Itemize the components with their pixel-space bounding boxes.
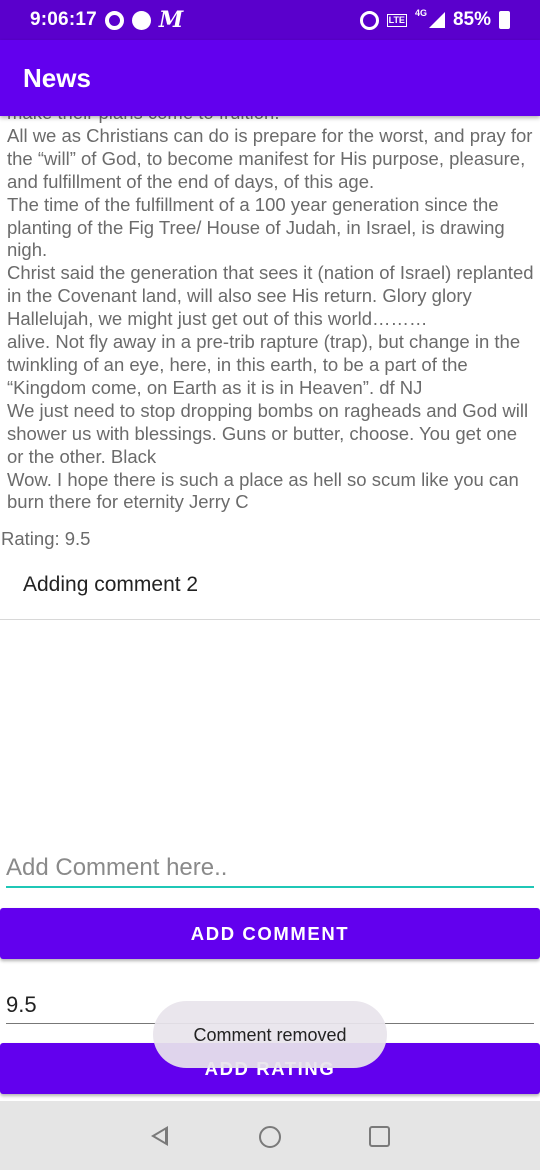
comments-text: make their plans come to fruition. All w… (7, 116, 534, 513)
circle-notification-icon (131, 10, 151, 30)
comment-input[interactable] (6, 850, 534, 888)
recent-apps-icon[interactable] (369, 1126, 390, 1147)
toast-message: Comment removed (153, 1001, 387, 1068)
status-bar: 9:06:17 M LTE 4G 85% (0, 0, 540, 40)
add-comment-button[interactable]: ADD COMMENT (0, 908, 540, 959)
status-left: 9:06:17 M (30, 7, 183, 33)
screen: 9:06:17 M LTE 4G 85% News make their pla… (0, 0, 540, 1170)
status-time: 9:06:17 (30, 9, 97, 30)
toast-text: Comment removed (193, 1025, 347, 1045)
rating-label: Rating: 9.5 (1, 528, 91, 549)
battery-charging-icon (499, 11, 510, 29)
app-title: News (23, 62, 91, 93)
signal-icon (428, 12, 445, 28)
comments-scroll-area[interactable]: make their plans come to fruition. All w… (0, 116, 540, 521)
navigation-bar (0, 1101, 540, 1170)
volte-icon: LTE (386, 13, 407, 27)
status-right: LTE 4G 85% (359, 8, 510, 31)
m-app-icon: M (158, 7, 184, 33)
battery-percent: 85% (452, 9, 491, 30)
list-item[interactable]: Adding comment 2 (23, 573, 198, 597)
data-saver-icon (104, 10, 124, 30)
back-icon[interactable] (151, 1126, 168, 1146)
network-type: 4G (414, 8, 427, 18)
list-divider (0, 619, 540, 620)
alarm-icon (359, 10, 379, 30)
home-icon[interactable] (259, 1126, 281, 1148)
app-bar: News (0, 40, 540, 116)
